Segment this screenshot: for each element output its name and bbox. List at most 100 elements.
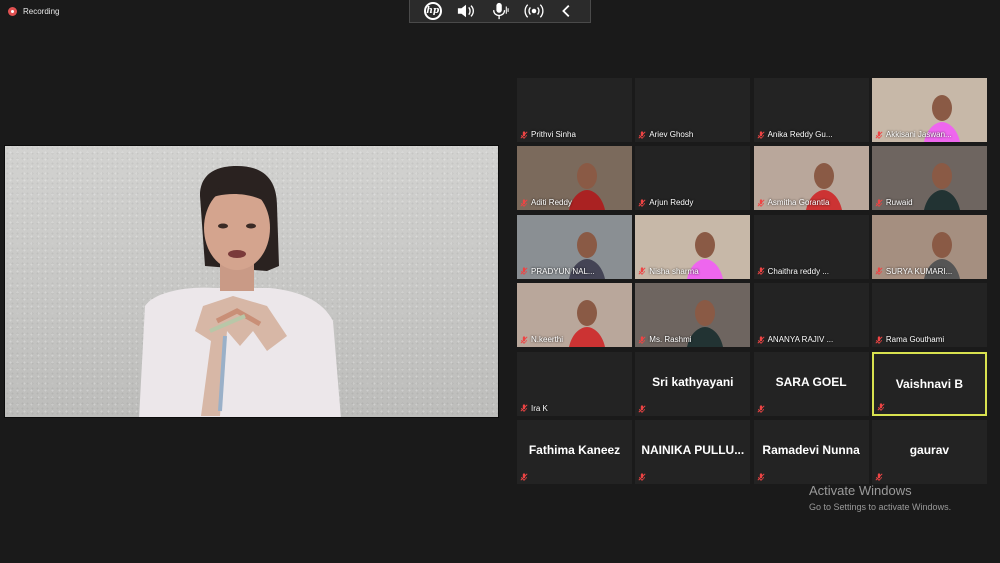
participant-label: Ms. Rashmi <box>638 335 692 345</box>
participant-display-name: Fathima Kaneez <box>528 443 621 457</box>
participant-tile[interactable]: PRADYUN NAL... <box>517 214 632 279</box>
participant-tile[interactable]: Ramadevi Nunna <box>753 420 869 484</box>
muted-microphone-icon <box>638 267 646 276</box>
participant-name: Asmitha Gorantla <box>767 198 830 208</box>
participant-name: Ruwaid <box>885 198 913 208</box>
participant-label <box>520 473 528 481</box>
muted-microphone-icon <box>875 267 883 276</box>
participant-tile[interactable]: SURYA KUMARI... <box>871 214 987 279</box>
muted-microphone-icon <box>520 267 528 276</box>
participant-name: ANANYA RAJIV ... <box>767 335 834 345</box>
hp-logo-icon: hp <box>420 1 446 21</box>
activate-windows-watermark: Activate Windows Go to Settings to activ… <box>809 483 951 512</box>
participant-tile[interactable]: Rama Gouthami <box>871 283 987 348</box>
watermark-subtitle: Go to Settings to activate Windows. <box>809 502 952 512</box>
muted-microphone-icon <box>757 267 765 276</box>
watermark-title: Activate Windows <box>809 483 912 498</box>
participant-name: Arjun Reddy <box>649 198 694 208</box>
participant-tile[interactable]: Asmitha Gorantla <box>753 146 869 211</box>
participant-tile[interactable]: Sri kathyayani <box>635 351 751 416</box>
participant-tile[interactable]: NAINIKA PULLU... <box>635 420 751 484</box>
muted-microphone-icon <box>638 336 646 344</box>
muted-microphone-icon <box>875 130 883 139</box>
broadcast-icon[interactable] <box>521 1 547 21</box>
muted-microphone-icon <box>875 473 883 481</box>
participant-display-name: Sri kathyayani <box>652 374 734 389</box>
muted-microphone-icon <box>757 130 765 139</box>
participant-label: SURYA KUMARI... <box>875 267 952 276</box>
participant-tile[interactable]: Vaishnavi B <box>871 351 987 416</box>
muted-microphone-icon <box>520 130 528 139</box>
participant-tile[interactable]: Fathima Kaneez <box>517 420 632 484</box>
participant-tile[interactable]: Prithvi Sinha <box>517 78 632 142</box>
participant-tile[interactable]: Anika Reddy Gu... <box>753 78 869 142</box>
chevron-left-icon[interactable] <box>554 1 580 21</box>
muted-microphone-icon <box>638 199 646 207</box>
participant-name: Nisha sharma <box>649 266 699 276</box>
participant-name: PRADYUN NAL... <box>531 266 595 276</box>
participant-label: PRADYUN NAL... <box>520 267 595 276</box>
participant-display-name: Vaishnavi B <box>895 376 964 391</box>
participant-label: Rama Gouthami <box>875 335 944 344</box>
participant-name: Ariev Ghosh <box>649 130 694 139</box>
muted-microphone-icon <box>875 336 883 344</box>
recording-indicator[interactable]: Recording <box>8 7 59 16</box>
participant-tile[interactable]: N.keerthi <box>517 283 632 348</box>
active-speaker-video[interactable] <box>4 145 499 418</box>
participant-label: Ruwaid <box>875 198 913 207</box>
participant-label: ANANYA RAJIV ... <box>757 335 834 345</box>
participant-label: Aditi Reddy <box>520 198 572 207</box>
participant-name: Ms. Rashmi <box>649 335 692 345</box>
participant-tile[interactable]: Ira K <box>517 351 632 416</box>
participant-tile[interactable]: Nisha sharma <box>635 214 751 279</box>
participant-tile[interactable]: Arjun Reddy <box>635 146 751 211</box>
muted-microphone-icon <box>875 199 883 207</box>
participant-tile[interactable]: Ms. Rashmi <box>635 283 751 348</box>
participant-tile[interactable]: ANANYA RAJIV ... <box>753 283 869 348</box>
microphone-icon[interactable] <box>487 1 513 21</box>
participant-label <box>757 473 765 481</box>
participant-name: Chaithra reddy ... <box>767 266 829 276</box>
muted-microphone-icon <box>757 199 765 207</box>
participant-label <box>757 404 765 413</box>
participant-tile[interactable]: Aditi Reddy <box>517 146 632 211</box>
participant-label: N.keerthi <box>520 335 563 344</box>
participant-display-name: NAINIKA PULLU... <box>641 443 745 457</box>
participant-label: Chaithra reddy ... <box>757 267 829 276</box>
participant-tile[interactable]: Ariev Ghosh <box>635 78 751 142</box>
participant-label <box>877 402 885 411</box>
participant-label: Anika Reddy Gu... <box>757 130 833 139</box>
muted-microphone-icon <box>638 473 646 481</box>
participant-label <box>875 473 883 481</box>
muted-microphone-icon <box>520 404 528 413</box>
muted-microphone-icon <box>638 404 646 413</box>
participant-name: Ira K <box>531 403 548 413</box>
participant-label: Nisha sharma <box>638 266 699 276</box>
muted-microphone-icon <box>520 473 528 481</box>
participant-tile[interactable]: Chaithra reddy ... <box>753 214 869 279</box>
participant-tile[interactable]: Ruwaid <box>871 146 987 211</box>
speaker-figure <box>139 166 341 417</box>
recording-label: Recording <box>23 7 60 16</box>
participant-tile[interactable]: Akkisani Jaswan... <box>871 78 987 142</box>
participant-display-name: Ramadevi Nunna <box>762 443 860 457</box>
muted-microphone-icon <box>638 130 646 139</box>
participant-label: Ira K <box>520 404 548 413</box>
meeting-toolbar: hp <box>409 0 591 23</box>
participant-tile[interactable]: gaurav <box>871 420 987 484</box>
muted-microphone-icon <box>520 199 528 207</box>
participant-label: Akkisani Jaswan... <box>875 130 952 139</box>
speaker-icon[interactable] <box>453 1 479 21</box>
recording-icon <box>8 7 17 16</box>
participant-tile[interactable]: SARA GOEL <box>753 351 869 416</box>
participant-name: Anika Reddy Gu... <box>767 130 833 139</box>
participant-name: SURYA KUMARI... <box>885 266 953 276</box>
participant-label: Asmitha Gorantla <box>757 198 830 208</box>
participant-label <box>638 404 646 413</box>
participant-label: Prithvi Sinha <box>520 130 576 139</box>
participant-label <box>638 473 646 481</box>
muted-microphone-icon <box>877 402 885 411</box>
participant-name: N.keerthi <box>531 335 564 345</box>
muted-microphone-icon <box>757 473 765 481</box>
participant-label: Ariev Ghosh <box>638 130 693 139</box>
